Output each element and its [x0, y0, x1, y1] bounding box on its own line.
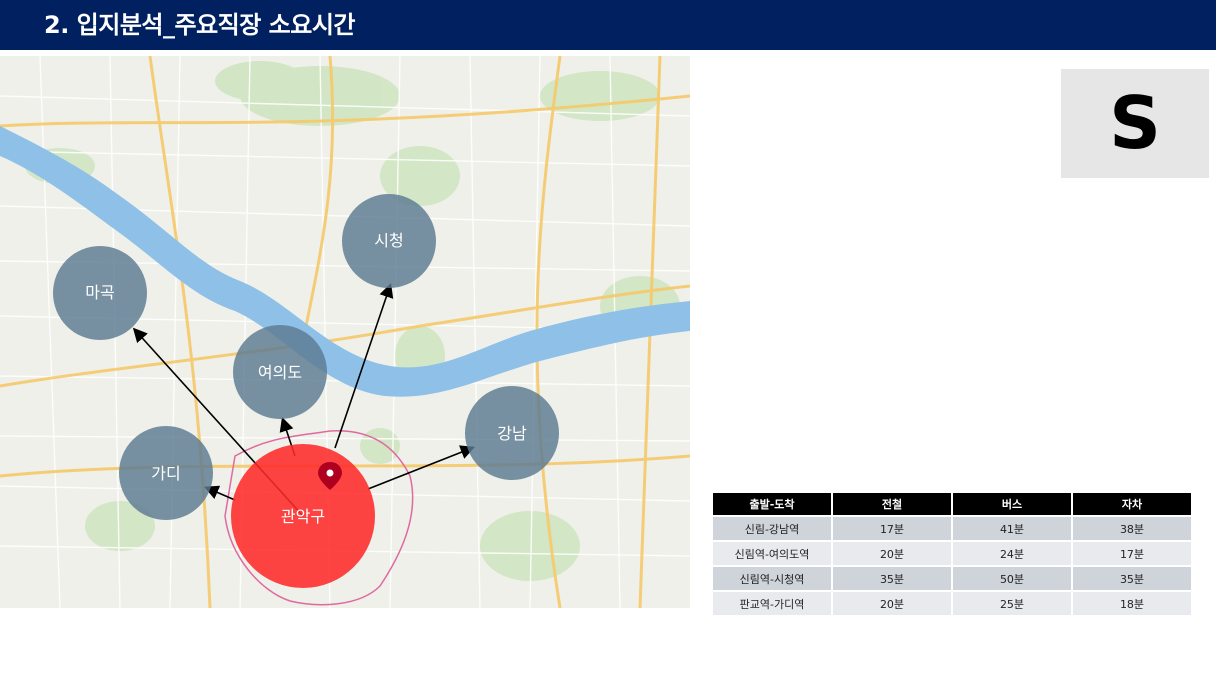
map-canvas: 시청 마곡 여의도 강남 가디 관악구: [0, 56, 690, 608]
cell-car: 38분: [1073, 517, 1191, 540]
cell-subway: 17분: [833, 517, 951, 540]
table-header-row: 출발-도착 전철 버스 자차: [713, 493, 1191, 515]
cell-bus: 25분: [953, 592, 1071, 615]
logo-letter: S: [1109, 81, 1161, 165]
cell-bus: 24분: [953, 542, 1071, 565]
cell-route: 신림역-시청역: [713, 567, 831, 590]
commute-map: 시청 마곡 여의도 강남 가디 관악구: [0, 56, 690, 608]
label-origin: 관악구: [281, 507, 325, 526]
label-cityhall: 시청: [374, 231, 403, 250]
header-bar: 2. 입지분석_주요직장 소요시간: [0, 0, 1216, 50]
table-row: 신림역-시청역 35분 50분 35분: [713, 567, 1191, 590]
logo-box: S: [1061, 69, 1209, 178]
cell-route: 판교역-가디역: [713, 592, 831, 615]
pin-dot: [326, 469, 334, 477]
cell-subway: 20분: [833, 542, 951, 565]
cell-car: 35분: [1073, 567, 1191, 590]
col-header-subway: 전철: [833, 493, 951, 515]
label-gangnam: 강남: [497, 424, 527, 443]
table-row: 판교역-가디역 20분 25분 18분: [713, 592, 1191, 615]
page-title: 2. 입지분석_주요직장 소요시간: [44, 11, 356, 39]
cell-subway: 35분: [833, 567, 951, 590]
col-header-route: 출발-도착: [713, 493, 831, 515]
cell-bus: 50분: [953, 567, 1071, 590]
cell-route: 신림역-여의도역: [713, 542, 831, 565]
label-yeouido: 여의도: [258, 363, 302, 382]
cell-bus: 41분: [953, 517, 1071, 540]
col-header-car: 자차: [1073, 493, 1191, 515]
col-header-bus: 버스: [953, 493, 1071, 515]
label-gasan: 가디: [151, 464, 180, 483]
label-mapo: 마곡: [85, 283, 114, 302]
cell-car: 17분: [1073, 542, 1191, 565]
cell-subway: 20분: [833, 592, 951, 615]
commute-time-table: 출발-도착 전철 버스 자차 신림-강남역 17분 41분 38분 신림역-여의…: [711, 491, 1193, 617]
cell-car: 18분: [1073, 592, 1191, 615]
table-row: 신림역-여의도역 20분 24분 17분: [713, 542, 1191, 565]
cell-route: 신림-강남역: [713, 517, 831, 540]
table-row: 신림-강남역 17분 41분 38분: [713, 517, 1191, 540]
